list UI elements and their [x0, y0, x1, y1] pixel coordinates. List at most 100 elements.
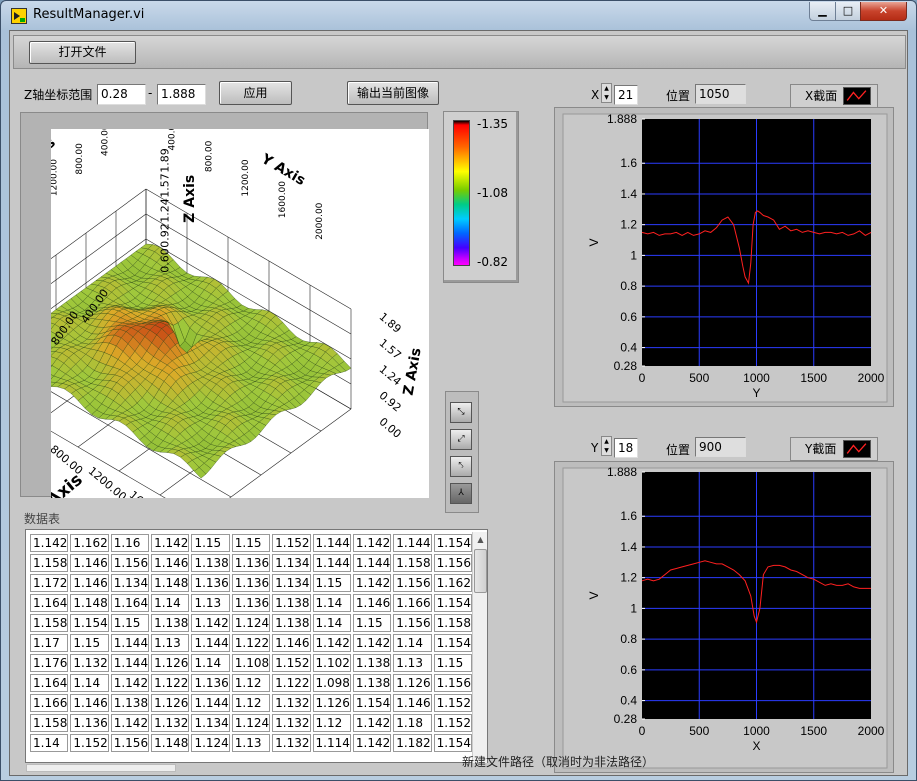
- table-cell[interactable]: 1.156: [393, 574, 432, 592]
- table-cell[interactable]: 1.138: [352, 674, 392, 692]
- table-cell[interactable]: 1.134: [272, 554, 311, 572]
- table-cell[interactable]: 1.14: [312, 614, 351, 632]
- table-cell[interactable]: 1.098: [312, 674, 351, 692]
- table-cell[interactable]: 1.132: [272, 694, 311, 712]
- table-cell[interactable]: 1.158: [393, 554, 432, 572]
- table-cell[interactable]: 1.154: [433, 734, 472, 752]
- table-cell[interactable]: 1.124: [231, 614, 271, 632]
- table-cell[interactable]: 1.156: [393, 614, 432, 632]
- table-cell[interactable]: 1.142: [352, 534, 392, 552]
- table-cell[interactable]: 1.154: [433, 634, 472, 652]
- table-cell[interactable]: 1.13: [231, 734, 271, 752]
- table-cell[interactable]: 1.124: [231, 714, 271, 732]
- table-cell[interactable]: 1.152: [433, 694, 472, 712]
- table-cell[interactable]: 1.142: [151, 534, 190, 552]
- table-cell[interactable]: 1.13: [191, 594, 230, 612]
- table-cell[interactable]: 1.138: [272, 594, 311, 612]
- close-button[interactable]: ✕: [860, 2, 907, 21]
- table-cell[interactable]: 1.164: [110, 594, 150, 612]
- table-cell[interactable]: 1.14: [70, 674, 109, 692]
- color-ramp[interactable]: [453, 120, 470, 266]
- table-cell[interactable]: 1.132: [272, 714, 311, 732]
- table-cell[interactable]: 1.138: [191, 554, 230, 572]
- table-cell[interactable]: 1.136: [191, 674, 230, 692]
- table-cell[interactable]: 1.108: [231, 654, 271, 672]
- table-cell[interactable]: 1.146: [70, 554, 109, 572]
- color-scale-max[interactable]: -1.35: [477, 117, 508, 131]
- table-cell[interactable]: 1.15: [352, 614, 392, 632]
- table-cell[interactable]: 1.16: [110, 534, 150, 552]
- table-cell[interactable]: 1.158: [30, 554, 69, 572]
- table-cell[interactable]: 1.136: [231, 594, 271, 612]
- table-cell[interactable]: 1.144: [352, 554, 392, 572]
- table-cell[interactable]: 1.136: [231, 554, 271, 572]
- table-cell[interactable]: 1.166: [393, 594, 432, 612]
- z-min-field[interactable]: 0.28: [97, 84, 146, 105]
- table-cell[interactable]: 1.176: [30, 654, 69, 672]
- table-vertical-scrollbar[interactable]: ▲: [472, 532, 487, 763]
- table-cell[interactable]: 1.162: [433, 574, 472, 592]
- table-cell[interactable]: 1.144: [312, 554, 351, 572]
- table-cell[interactable]: 1.182: [393, 734, 432, 752]
- y-index-spinner-icon[interactable]: ▲ ▼: [601, 436, 612, 456]
- table-cell[interactable]: 1.144: [110, 654, 150, 672]
- table-cell[interactable]: 1.124: [191, 734, 230, 752]
- table-cell[interactable]: 1.138: [110, 694, 150, 712]
- table-cell[interactable]: 1.156: [433, 554, 472, 572]
- table-cell[interactable]: 1.154: [433, 594, 472, 612]
- table-cell[interactable]: 1.134: [191, 714, 230, 732]
- table-cell[interactable]: 1.114: [312, 734, 351, 752]
- table-cell[interactable]: 1.122: [272, 674, 311, 692]
- scroll-thumb[interactable]: [474, 549, 487, 593]
- table-cell[interactable]: 1.146: [70, 694, 109, 712]
- rotate-xz-icon[interactable]: ⤢: [450, 429, 472, 450]
- table-cell[interactable]: 1.134: [272, 574, 311, 592]
- table-cell[interactable]: 1.148: [151, 734, 190, 752]
- minimize-button[interactable]: ▁: [809, 2, 836, 21]
- table-cell[interactable]: 1.152: [70, 734, 109, 752]
- table-cell[interactable]: 1.138: [352, 654, 392, 672]
- table-cell[interactable]: 1.134: [110, 574, 150, 592]
- table-cell[interactable]: 1.144: [110, 634, 150, 652]
- table-cell[interactable]: 1.122: [231, 634, 271, 652]
- table-cell[interactable]: 1.12: [231, 694, 271, 712]
- x-section-graph[interactable]: 0 500 1000 1500 2000 0.28 0.4 0.6 0.8 1 1.2 1.4 1.6 1…: [554, 107, 894, 407]
- rotate-yz-icon[interactable]: ⤣: [450, 456, 472, 477]
- table-cell[interactable]: 1.142: [110, 674, 150, 692]
- surface-plot-area[interactable]: 0.00400.00800.001200.001600.002000.00400…: [0, 119, 429, 552]
- table-cell[interactable]: 1.122: [151, 674, 190, 692]
- table-cell[interactable]: 1.142: [352, 574, 392, 592]
- table-cell[interactable]: 1.15: [191, 534, 230, 552]
- table-cell[interactable]: 1.162: [70, 534, 109, 552]
- table-cell[interactable]: 1.15: [231, 534, 271, 552]
- table-cell[interactable]: 1.142: [110, 714, 150, 732]
- table-cell[interactable]: 1.144: [191, 694, 230, 712]
- x-section-legend[interactable]: X截面: [790, 84, 878, 108]
- table-cell[interactable]: 1.164: [30, 594, 69, 612]
- table-cell[interactable]: 1.146: [151, 554, 190, 572]
- table-cell[interactable]: 1.138: [272, 614, 311, 632]
- table-cell[interactable]: 1.154: [352, 694, 392, 712]
- data-table[interactable]: 1.142 1.162 1.16 1.142 1.15 1.15 1.152 1.144 1.1…: [25, 529, 488, 763]
- y-section-graph[interactable]: 0 500 1000 1500 2000 0.28 0.4 0.6 0.8 1 1.2 1.4 1.6 1…: [554, 461, 894, 773]
- table-cell[interactable]: 1.146: [70, 574, 109, 592]
- table-cell[interactable]: 1.166: [30, 694, 69, 712]
- open-file-button[interactable]: 打开文件: [29, 41, 136, 64]
- table-cell[interactable]: 1.136: [191, 574, 230, 592]
- table-cell[interactable]: 1.152: [272, 654, 311, 672]
- y-index-field[interactable]: 18: [614, 438, 638, 458]
- table-cell[interactable]: 1.144: [312, 534, 351, 552]
- table-cell[interactable]: 1.156: [110, 734, 150, 752]
- table-cell[interactable]: 1.142: [352, 714, 392, 732]
- scroll-up-icon[interactable]: ▲: [473, 532, 488, 547]
- table-cell[interactable]: 1.14: [151, 594, 190, 612]
- table-cell[interactable]: 1.132: [272, 734, 311, 752]
- table-cell[interactable]: 1.142: [312, 634, 351, 652]
- table-horizontal-scrollbar[interactable]: [26, 764, 176, 772]
- table-cell[interactable]: 1.132: [151, 714, 190, 732]
- table-cell[interactable]: 1.126: [312, 694, 351, 712]
- table-cell[interactable]: 1.136: [231, 574, 271, 592]
- table-cell[interactable]: 1.146: [272, 634, 311, 652]
- table-cell[interactable]: 1.148: [151, 574, 190, 592]
- table-cell[interactable]: 1.18: [393, 714, 432, 732]
